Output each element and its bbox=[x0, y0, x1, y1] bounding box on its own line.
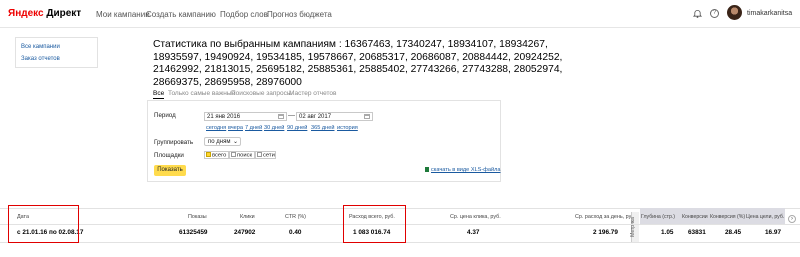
page-title: Статистика по выбранным кампаниям : 1636… bbox=[153, 39, 563, 88]
metrika-column-divider: Метрика bbox=[629, 212, 639, 242]
header-depth[interactable]: Глубина (стр.) bbox=[641, 214, 675, 220]
nav-budget-forecast[interactable]: Прогноз бюджета bbox=[267, 10, 332, 19]
header-cpa[interactable]: Цена цели, руб. bbox=[746, 214, 784, 220]
table-scroll-right-icon[interactable]: › bbox=[788, 215, 796, 223]
header-avg-daily-spend[interactable]: Ср. расход за день, руб. bbox=[575, 214, 636, 220]
logo[interactable]: Яндекс Директ bbox=[8, 8, 81, 19]
xls-download-link[interactable]: скачать в виде XLS-файла bbox=[425, 167, 501, 173]
excel-icon bbox=[425, 167, 429, 173]
date-from-value: 21 янв 2016 bbox=[207, 114, 241, 120]
logo-brand: Яндекс bbox=[8, 8, 44, 19]
cell-avg-daily-spend: 2 196.79 bbox=[593, 229, 618, 236]
xls-download-label: скачать в виде XLS-файла bbox=[431, 167, 501, 173]
avatar[interactable] bbox=[727, 5, 742, 20]
logo-product: Директ bbox=[46, 8, 82, 19]
username[interactable]: timakarkanitsa bbox=[747, 10, 792, 17]
group-by-label: Группировать bbox=[154, 139, 194, 146]
bell-icon[interactable] bbox=[693, 9, 702, 18]
checkbox-icon bbox=[257, 152, 262, 157]
nav-create-campaign[interactable]: Создать кампанию bbox=[146, 10, 216, 19]
header-ctr[interactable]: CTR (%) bbox=[285, 214, 306, 220]
platforms-label: Площадки bbox=[154, 152, 184, 159]
platform-search-label: поиск bbox=[237, 152, 253, 159]
cell-conversions: 63831 bbox=[688, 229, 706, 236]
quick-period-yesterday[interactable]: вчера bbox=[228, 125, 243, 131]
cell-cpa: 16.97 bbox=[765, 229, 781, 236]
sidebar-link-all-campaigns[interactable]: Все кампании bbox=[21, 44, 60, 50]
date-highlight-box bbox=[8, 205, 79, 243]
cell-avg-cpc: 4.37 bbox=[467, 229, 480, 236]
cell-impressions: 61325459 bbox=[179, 229, 208, 236]
date-to-input[interactable]: 02 авг 2017 bbox=[296, 112, 373, 121]
quick-period-7-days[interactable]: 7 дней bbox=[245, 125, 262, 131]
checkbox-checked-icon bbox=[206, 152, 211, 157]
header-conversions[interactable]: Конверсии bbox=[682, 214, 708, 220]
spend-highlight-box bbox=[343, 205, 406, 243]
cell-depth: 1.05 bbox=[661, 229, 674, 236]
group-by-value: по дням bbox=[208, 139, 231, 145]
chevron-down-icon: ⌄ bbox=[232, 139, 238, 145]
tab-all[interactable]: Все bbox=[153, 90, 165, 99]
date-from-input[interactable]: 21 янв 2016 bbox=[204, 112, 287, 121]
sidebar: Все кампании Заказ отчетов bbox=[15, 37, 98, 68]
calendar-icon[interactable] bbox=[278, 114, 284, 119]
calendar-icon[interactable] bbox=[364, 114, 370, 119]
metrika-label: Метрика bbox=[629, 217, 636, 237]
show-button[interactable]: Показать bbox=[154, 165, 186, 176]
quick-period-history[interactable]: история bbox=[337, 125, 358, 131]
cell-clicks: 247902 bbox=[234, 229, 256, 236]
nav-my-campaigns[interactable]: Мои кампании bbox=[96, 10, 150, 19]
platform-search-checkbox[interactable]: поиск bbox=[229, 151, 255, 159]
date-separator: — bbox=[288, 112, 295, 119]
group-by-select[interactable]: по дням ⌄ bbox=[204, 137, 241, 146]
tab-report-wizard[interactable]: Мастер отчетов bbox=[289, 90, 337, 97]
quick-period-90-days[interactable]: 90 дней bbox=[287, 125, 307, 131]
header-impressions[interactable]: Показы bbox=[188, 214, 207, 220]
quick-period-today[interactable]: сегодня bbox=[206, 125, 226, 131]
checkbox-icon bbox=[231, 152, 236, 157]
cell-conversion-rate: 28.45 bbox=[725, 229, 741, 236]
cell-ctr: 0.40 bbox=[289, 229, 302, 236]
platform-networks-checkbox[interactable]: сети bbox=[255, 151, 276, 159]
nav-keyword-tool[interactable]: Подбор слов bbox=[220, 10, 268, 19]
platform-all-checkbox[interactable]: всего bbox=[204, 151, 229, 159]
platform-all-label: всего bbox=[212, 152, 227, 159]
top-bar: Яндекс Директ Мои кампании Создать кампа… bbox=[0, 0, 800, 28]
header-avg-cpc[interactable]: Ср. цена клика, руб. bbox=[450, 214, 501, 220]
header-conversion-rate[interactable]: Конверсия (%) bbox=[710, 214, 745, 220]
platform-networks-label: сети bbox=[263, 152, 275, 159]
sidebar-link-order-reports[interactable]: Заказ отчетов bbox=[21, 56, 60, 62]
tab-search-queries[interactable]: Поисковые запросы bbox=[231, 90, 292, 97]
tab-important[interactable]: Только самые важные bbox=[168, 90, 235, 97]
help-icon[interactable]: ? bbox=[710, 9, 719, 18]
quick-period-365-days[interactable]: 365 дней bbox=[311, 125, 334, 131]
quick-period-30-days[interactable]: 30 дней bbox=[264, 125, 284, 131]
period-label: Период bbox=[154, 112, 176, 119]
date-to-value: 02 авг 2017 bbox=[299, 114, 332, 120]
header-clicks[interactable]: Клики bbox=[240, 214, 255, 220]
